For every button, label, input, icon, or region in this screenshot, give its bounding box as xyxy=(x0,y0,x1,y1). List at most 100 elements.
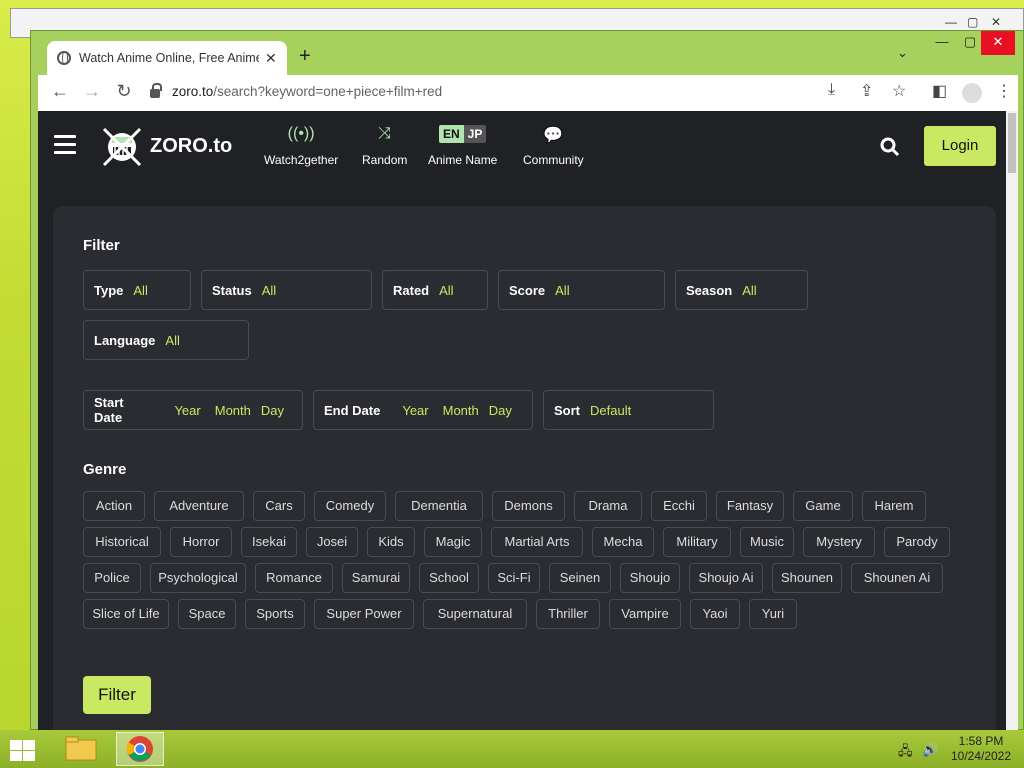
nav-community[interactable]: 💬 Community xyxy=(523,125,584,167)
season-select[interactable]: Season All xyxy=(675,270,808,310)
hamburger-menu-icon[interactable] xyxy=(54,135,76,159)
genre-chip[interactable]: Isekai xyxy=(241,527,297,557)
end-day[interactable]: Day xyxy=(489,403,512,418)
genre-chip[interactable]: Shoujo Ai xyxy=(689,563,763,593)
start-month[interactable]: Month xyxy=(215,403,251,418)
lang-jp[interactable]: JP xyxy=(463,125,487,143)
genre-chip[interactable]: Dementia xyxy=(395,491,483,521)
clock[interactable]: 1:58 PM 10/24/2022 xyxy=(950,734,1012,764)
genre-chip[interactable]: Comedy xyxy=(314,491,386,521)
end-date-select[interactable]: End Date Year Month Day xyxy=(313,390,533,430)
scrollbar[interactable] xyxy=(1006,111,1018,731)
side-panel-icon[interactable]: ◧ xyxy=(932,81,947,101)
genre-chip[interactable]: Josei xyxy=(306,527,358,557)
genre-chip[interactable]: Space xyxy=(178,599,236,629)
type-select[interactable]: Type All xyxy=(83,270,191,310)
reload-icon[interactable]: ↻ xyxy=(108,81,140,102)
genre-chip[interactable]: Game xyxy=(793,491,853,521)
genre-chip[interactable]: Horror xyxy=(170,527,232,557)
maximize-icon[interactable]: ▢ xyxy=(967,15,978,29)
lock-icon xyxy=(150,83,162,98)
close-icon[interactable]: ✕ xyxy=(991,15,1001,29)
genre-chip[interactable]: Slice of Life xyxy=(83,599,169,629)
forward-icon[interactable]: → xyxy=(76,81,108,102)
genre-chip[interactable]: Sports xyxy=(245,599,305,629)
network-icon[interactable]: 🖧 xyxy=(898,742,913,764)
search-icon[interactable] xyxy=(880,137,900,157)
genre-title: Genre xyxy=(83,461,127,478)
file-explorer-icon[interactable] xyxy=(58,732,106,766)
genre-chip[interactable]: Drama xyxy=(574,491,642,521)
new-tab-button[interactable]: + xyxy=(299,45,311,68)
genre-chip[interactable]: Yaoi xyxy=(690,599,740,629)
nav-random[interactable]: ⤨ Random xyxy=(362,125,407,167)
genre-chip[interactable]: Yuri xyxy=(749,599,797,629)
genre-chip[interactable]: Kids xyxy=(367,527,415,557)
genre-chip[interactable]: Fantasy xyxy=(716,491,784,521)
genre-chip[interactable]: Shoujo xyxy=(620,563,680,593)
tab-close-icon[interactable]: ✕ xyxy=(265,50,277,67)
genre-chip[interactable]: Thriller xyxy=(536,599,600,629)
address-bar[interactable]: zoro.to/search?keyword=one+piece+film+re… xyxy=(150,83,442,99)
language-toggle[interactable]: EN JP xyxy=(428,125,497,147)
genre-chip[interactable]: Supernatural xyxy=(423,599,527,629)
start-button[interactable] xyxy=(8,738,38,762)
genre-chip[interactable]: Cars xyxy=(253,491,305,521)
genre-chip[interactable]: Sci-Fi xyxy=(488,563,540,593)
genre-chip[interactable]: Shounen Ai xyxy=(851,563,943,593)
genre-chip[interactable]: Shounen xyxy=(772,563,842,593)
end-month[interactable]: Month xyxy=(443,403,479,418)
genre-chip[interactable]: Ecchi xyxy=(651,491,707,521)
genre-chip[interactable]: Action xyxy=(83,491,145,521)
menu-kebab-icon[interactable]: ⋮ xyxy=(996,81,1012,101)
back-icon[interactable]: ← xyxy=(44,81,76,102)
genre-chip[interactable]: Music xyxy=(740,527,794,557)
genre-chip[interactable]: Magic xyxy=(424,527,482,557)
close-window-button[interactable]: ✕ xyxy=(981,31,1015,55)
start-day[interactable]: Day xyxy=(261,403,284,418)
start-year[interactable]: Year xyxy=(174,403,200,418)
status-select[interactable]: Status All xyxy=(201,270,372,310)
nav-label: Random xyxy=(362,153,408,167)
language-select[interactable]: Language All xyxy=(83,320,249,360)
genre-chip[interactable]: Mecha xyxy=(592,527,654,557)
end-year[interactable]: Year xyxy=(402,403,428,418)
filter-button[interactable]: Filter xyxy=(83,676,151,714)
genre-chip[interactable]: Police xyxy=(83,563,141,593)
browser-tab[interactable]: Watch Anime Online, Free Anime ✕ xyxy=(47,41,287,75)
type-label: Type xyxy=(94,282,124,298)
genre-chip[interactable]: Demons xyxy=(492,491,565,521)
genre-chip[interactable]: Seinen xyxy=(549,563,611,593)
nav-watch2gether[interactable]: ((•)) Watch2gether xyxy=(264,125,338,167)
volume-icon[interactable]: 🔊 xyxy=(922,742,938,758)
genre-chip[interactable]: Parody xyxy=(884,527,950,557)
scrollbar-thumb[interactable] xyxy=(1008,113,1016,173)
chrome-icon[interactable] xyxy=(116,732,164,766)
genre-chip[interactable]: Romance xyxy=(255,563,333,593)
genre-chip[interactable]: Martial Arts xyxy=(491,527,583,557)
login-button[interactable]: Login xyxy=(924,126,996,166)
rated-select[interactable]: Rated All xyxy=(382,270,488,310)
nav-anime-name[interactable]: EN JP Anime Name xyxy=(428,125,497,167)
genre-chip[interactable]: Super Power xyxy=(314,599,414,629)
share-icon[interactable]: ⇪ xyxy=(860,81,873,101)
genre-chip[interactable]: Military xyxy=(663,527,731,557)
score-select[interactable]: Score All xyxy=(498,270,665,310)
bookmark-star-icon[interactable]: ☆ xyxy=(892,81,906,101)
genre-chip[interactable]: Vampire xyxy=(609,599,681,629)
minimize-icon[interactable]: — xyxy=(945,15,957,29)
start-date-select[interactable]: Start Date Year Month Day xyxy=(83,390,303,430)
genre-chip[interactable]: Historical xyxy=(83,527,161,557)
lang-en[interactable]: EN xyxy=(439,125,464,143)
genre-chip[interactable]: Adventure xyxy=(154,491,244,521)
site-logo[interactable]: ZORO.to xyxy=(102,125,232,167)
genre-chip[interactable]: Harem xyxy=(862,491,926,521)
genre-chip[interactable]: Mystery xyxy=(803,527,875,557)
genre-chip[interactable]: School xyxy=(419,563,479,593)
genre-chip[interactable]: Samurai xyxy=(342,563,410,593)
tab-search-chevron-icon[interactable]: ⌄ xyxy=(897,45,908,61)
install-icon[interactable]: ⤓ xyxy=(828,81,835,99)
genre-chip[interactable]: Psychological xyxy=(150,563,246,593)
sort-select[interactable]: Sort Default xyxy=(543,390,714,430)
profile-avatar-icon[interactable] xyxy=(962,83,982,103)
